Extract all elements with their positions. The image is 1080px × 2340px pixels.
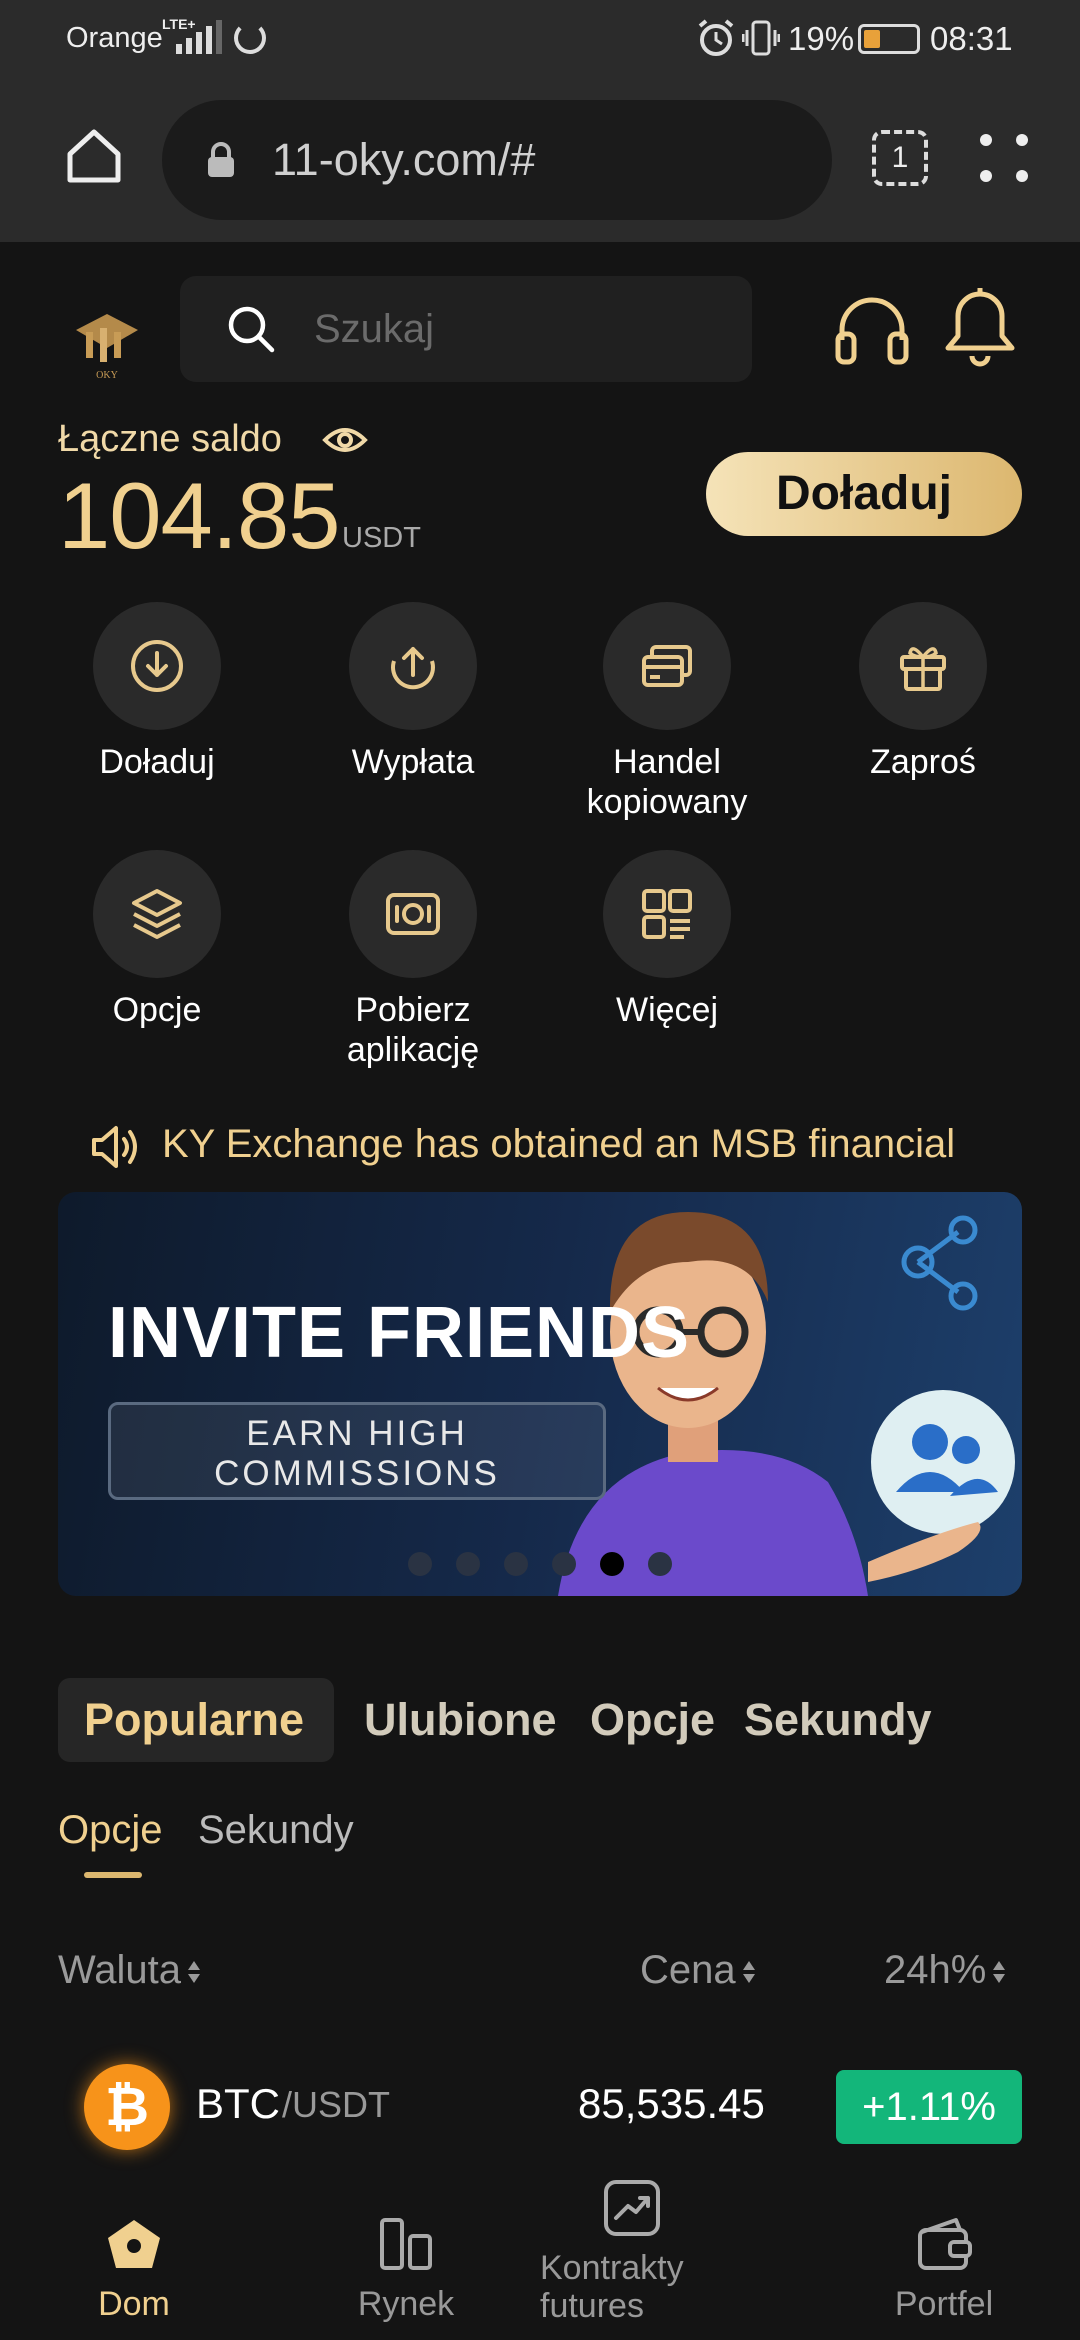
alarm-icon: [698, 19, 734, 56]
carousel-dot-active[interactable]: [600, 1552, 624, 1576]
nav-futures[interactable]: Kontrakty futures: [532, 2176, 732, 2325]
browser-menu-icon[interactable]: [980, 134, 1028, 182]
action-copy-trade[interactable]: Handel kopiowany: [552, 602, 782, 822]
nav-wallet[interactable]: Portfel: [844, 2212, 1044, 2323]
action-deposit[interactable]: Doładuj: [42, 602, 272, 782]
action-label: Więcej: [615, 991, 719, 1029]
nav-label: Portfel: [894, 2285, 994, 2323]
nav-label: Kontrakty futures: [540, 2249, 684, 2325]
tab-popular[interactable]: Popularne: [84, 1694, 304, 1746]
futures-icon: [604, 2180, 660, 2236]
download-app-icon: [386, 893, 440, 935]
headset-icon[interactable]: [832, 290, 912, 370]
action-label: Wypłata: [351, 743, 475, 781]
sync-icon: [234, 22, 266, 54]
nav-market[interactable]: Rynek: [306, 2212, 506, 2323]
nav-label: Dom: [98, 2285, 170, 2323]
nav-label: Rynek: [357, 2285, 455, 2323]
lock-icon: [208, 142, 234, 177]
column-header-label: Cena: [640, 1948, 736, 1992]
subtab-seconds[interactable]: Sekundy: [198, 1808, 354, 1853]
topup-button[interactable]: Doładuj: [706, 452, 1022, 536]
deposit-icon: [131, 640, 183, 692]
promo-banner[interactable]: INVITE FRIENDS EARN HIGH COMMISSIONS: [58, 1192, 1022, 1596]
balance-unit: USDT: [342, 522, 421, 554]
battery-percent: 19%: [788, 20, 855, 57]
column-header-label: 24h%: [884, 1948, 987, 1992]
bitcoin-icon: ₿: [84, 2064, 170, 2150]
banner-subtitle-box: EARN HIGH COMMISSIONS: [108, 1402, 606, 1500]
gift-icon: [900, 647, 946, 691]
tab-seconds[interactable]: Sekundy: [744, 1694, 932, 1746]
sort-icon: [742, 1961, 755, 1984]
tab-options[interactable]: Opcje: [590, 1694, 715, 1746]
bottom-navigation: Dom Rynek Kontrakty futures Portfel: [0, 2180, 1080, 2340]
carousel-dot[interactable]: [552, 1552, 576, 1576]
browser-toolbar: 11-oky.com/# 1: [0, 76, 1080, 242]
sort-icon: [993, 1961, 1006, 1984]
oky-logo[interactable]: OKY: [72, 308, 142, 380]
withdraw-icon: [391, 647, 435, 690]
battery-icon: [858, 24, 920, 54]
subtab-underline: [84, 1872, 142, 1878]
tab-favorites[interactable]: Ulubione: [364, 1694, 556, 1746]
total-balance-value: 104.85: [58, 463, 341, 568]
announcement-ticker[interactable]: KY Exchange has obtained an MSB financia…: [162, 1122, 1002, 1167]
column-header-label: Waluta: [58, 1948, 182, 1992]
search-icon: [228, 306, 275, 353]
action-invite[interactable]: Zaproś: [808, 602, 1038, 782]
carousel-dot[interactable]: [408, 1552, 432, 1576]
speaker-icon: [92, 1126, 137, 1168]
nav-home[interactable]: Dom: [34, 2212, 234, 2323]
action-label: Handel kopiowany: [586, 743, 748, 821]
carousel-dot[interactable]: [504, 1552, 528, 1576]
subtab-options[interactable]: Opcje: [58, 1808, 163, 1853]
search-bar[interactable]: [180, 276, 752, 382]
action-label: Pobierz aplikację: [346, 991, 480, 1069]
tab-switcher-button[interactable]: 1: [872, 130, 928, 186]
column-header-change[interactable]: 24h%: [884, 1948, 1006, 1993]
action-label: Zaproś: [870, 743, 976, 781]
last-price: 85,535.45: [578, 2080, 765, 2127]
total-balance-label: Łączne saldo: [58, 418, 282, 460]
pair-base: BTC: [196, 2080, 280, 2127]
banner-subtitle-line: EARN HIGH: [246, 1414, 468, 1453]
action-options[interactable]: Opcje: [42, 850, 272, 1030]
carousel-indicators: [408, 1552, 696, 1581]
action-withdraw[interactable]: Wypłata: [298, 602, 528, 782]
clock: 08:31: [930, 20, 1013, 57]
layers-icon: [132, 889, 182, 939]
carrier-name: Orange: [66, 22, 163, 54]
copy-trade-icon: [642, 645, 692, 687]
url-text[interactable]: 11-oky.com/#: [272, 134, 535, 186]
action-label: Doładuj: [99, 743, 215, 781]
banner-subtitle-line: COMMISSIONS: [214, 1454, 500, 1493]
column-header-currency[interactable]: Waluta: [58, 1948, 201, 1993]
pair-quote: /USDT: [282, 2084, 390, 2125]
address-bar[interactable]: 11-oky.com/#: [162, 100, 832, 220]
sort-icon: [188, 1961, 201, 1984]
carousel-dot[interactable]: [648, 1552, 672, 1576]
eye-icon[interactable]: [322, 422, 368, 458]
action-download-app[interactable]: Pobierz aplikację: [298, 850, 528, 1070]
market-icon: [380, 2218, 432, 2270]
status-bar: Orange LTE+ 19% 08:31: [0, 0, 1080, 76]
home-icon: [108, 2220, 160, 2268]
action-label: Opcje: [112, 991, 202, 1029]
more-grid-icon: [642, 889, 692, 939]
action-more[interactable]: Więcej: [552, 850, 782, 1030]
browser-home-icon[interactable]: [64, 126, 124, 186]
vibrate-icon: [742, 20, 780, 56]
carousel-dot[interactable]: [456, 1552, 480, 1576]
cartoon-avatar-illustration: [558, 1212, 1015, 1596]
logo-text: OKY: [96, 370, 118, 380]
wallet-icon: [918, 2218, 972, 2270]
column-header-price[interactable]: Cena: [640, 1948, 756, 1993]
notification-bell-icon[interactable]: [942, 286, 1018, 370]
banner-title: INVITE FRIENDS: [108, 1293, 691, 1373]
change-badge: +1.11%: [836, 2070, 1022, 2144]
signal-icon: [176, 20, 222, 54]
search-input[interactable]: [314, 276, 714, 382]
